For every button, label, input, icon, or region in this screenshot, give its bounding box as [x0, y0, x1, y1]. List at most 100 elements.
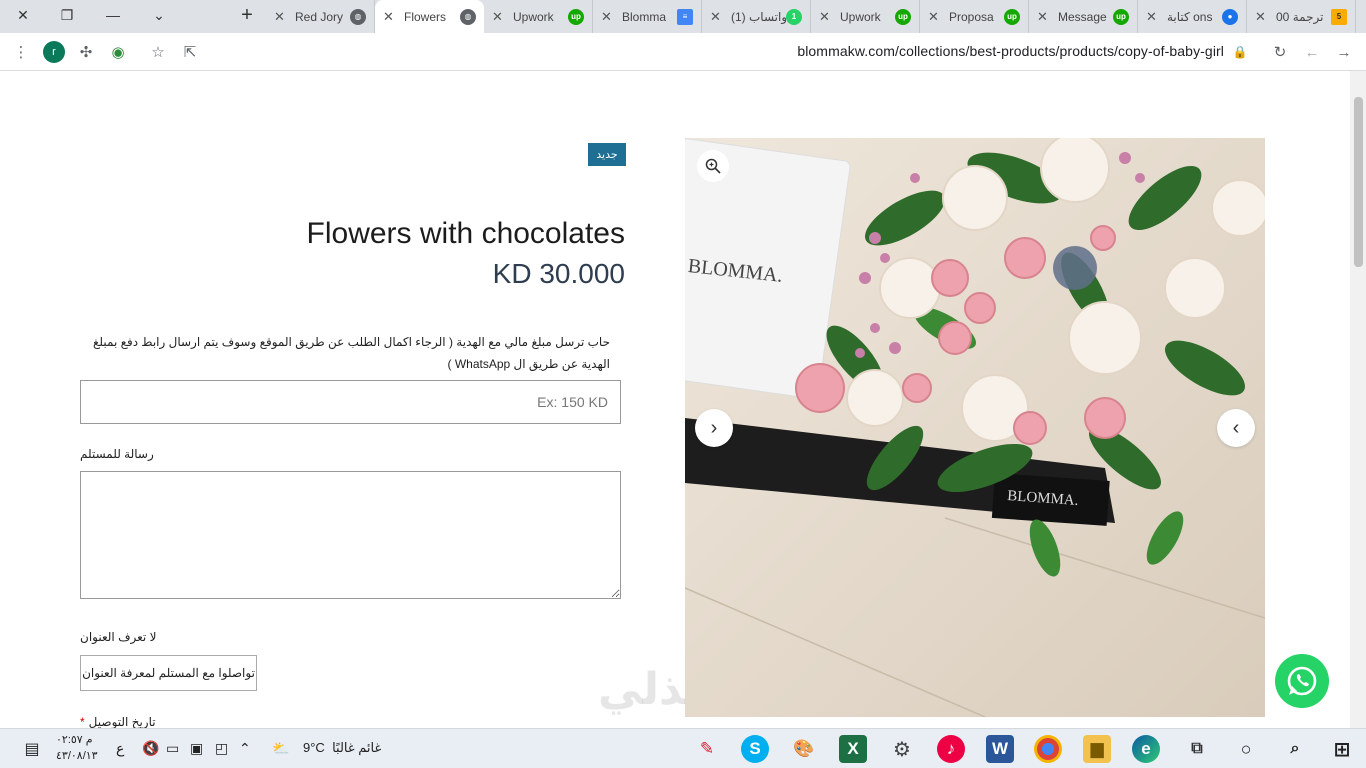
product-title: Flowers with chocolates	[306, 217, 625, 250]
chrome-app-icon[interactable]	[1034, 735, 1062, 763]
tab-close-icon[interactable]: ✕	[1037, 9, 1051, 25]
browser-tab[interactable]: ✕ (1) واتساب 1	[702, 0, 811, 33]
tab-close-icon[interactable]: ✕	[1255, 9, 1269, 25]
tab-title: كتابة ons	[1167, 9, 1213, 24]
whatsapp-chat-button[interactable]	[1275, 654, 1329, 708]
tab-title: Upwork	[513, 9, 554, 24]
tab-title: Flowers	[404, 9, 447, 24]
circle-icon: ●	[1222, 8, 1238, 25]
paint-palette-app-icon[interactable]: 🎨	[790, 735, 818, 763]
product-price: KD 30.000	[492, 258, 625, 289]
page-scrollbar[interactable]	[1350, 71, 1366, 728]
tab-close-icon[interactable]: ✕	[492, 9, 506, 25]
volume-muted-icon[interactable]: 🔇	[142, 740, 159, 757]
tab-title: Red Jory	[295, 9, 344, 24]
start-windows-icon[interactable]: ⊞	[1328, 735, 1356, 763]
edge-app-icon[interactable]: e	[1132, 735, 1160, 763]
browser-tab[interactable]: ✕ Upwork up	[811, 0, 920, 33]
tab-close-icon[interactable]: ✕	[928, 9, 942, 25]
gift-amount-input[interactable]	[80, 380, 621, 424]
meet-now-icon[interactable]: ◰	[215, 740, 228, 757]
upwork-icon: up	[1113, 8, 1129, 25]
battery-icon[interactable]: ▭	[166, 740, 179, 757]
tab-title: (1) واتساب	[731, 9, 786, 24]
tab-close-icon[interactable]: ✕	[1146, 9, 1160, 25]
browser-tab[interactable]: ✕ كتابة ons ●	[1138, 0, 1247, 33]
tab-list: ✕ Red Jory ◍ ✕ Flowers ◍ ✕ Upwork up ✕ Blomma ≡ ✕ (1)…	[266, 0, 1360, 33]
zoom-magnifier-icon[interactable]	[697, 150, 729, 182]
delivery-date-text: تاريخ التوصيل	[88, 715, 156, 728]
weather-temp: 9°C	[303, 740, 325, 755]
reload-icon[interactable]: ↻	[1270, 42, 1290, 62]
whatsapp-icon	[1287, 666, 1317, 696]
settings-gear-icon[interactable]: ⚙	[888, 735, 916, 763]
upwork-icon: up	[1004, 8, 1020, 25]
profile-avatar[interactable]: r	[43, 41, 65, 63]
browser-tab[interactable]: ✕ Proposa up	[920, 0, 1029, 33]
skype-app-icon[interactable]: S	[741, 735, 769, 763]
tab-title: Blomma	[622, 9, 667, 24]
paint-app-icon[interactable]: ✎	[693, 735, 721, 763]
recipient-message-label: رسالة للمستلم	[80, 447, 154, 461]
menu-dots-icon[interactable]: ⋮	[11, 42, 31, 62]
close-window-icon[interactable]: ✕	[0, 0, 46, 30]
new-badge: جديد	[588, 143, 626, 166]
taskbar-clock[interactable]: م ٠٢:٥٧ ٤٣/٠٨/١٣	[56, 732, 98, 764]
address-bar-url[interactable]: blommakw.com/collections/best-products/p…	[797, 43, 1224, 59]
next-image-chevron-icon[interactable]: ›	[695, 409, 733, 447]
previous-image-chevron-icon[interactable]: ‹	[1217, 409, 1255, 447]
minimize-window-icon[interactable]: —	[90, 0, 136, 30]
tab-title: Upwork	[840, 9, 881, 24]
share-icon[interactable]: ⇱	[180, 42, 200, 62]
extension-globe-icon[interactable]: ◉	[108, 42, 128, 62]
cortana-circle-icon[interactable]: ○	[1232, 735, 1260, 763]
browser-tab[interactable]: ✕ Flowers ◍	[375, 0, 484, 33]
browser-tab[interactable]: ✕ ترجمة 00 5	[1247, 0, 1356, 33]
back-arrow-icon[interactable]: →	[1334, 42, 1354, 62]
tab-search-chevron-icon[interactable]: ⌄	[136, 0, 182, 30]
show-hidden-icons-chevron-icon[interactable]: ⌃	[239, 740, 251, 757]
browser-tab[interactable]: ✕ Blomma ≡	[593, 0, 702, 33]
recipient-message-textarea[interactable]	[80, 471, 621, 599]
excel-app-icon[interactable]: X	[839, 735, 867, 763]
tab-close-icon[interactable]: ✕	[601, 9, 615, 25]
browser-tab-strip: ✕ ❐ — ⌄ + ✕ Red Jory ◍ ✕ Flowers ◍ ✕ Upwork up ✕ B…	[0, 0, 1366, 33]
product-page: جديد Flowers with chocolates KD 30.000 ح…	[0, 71, 1350, 728]
delivery-date-label: * تاريخ التوصيل	[80, 715, 156, 728]
tab-title: ترجمة 00	[1276, 9, 1324, 24]
notifications-icon[interactable]: ▤	[18, 735, 46, 763]
browser-tab[interactable]: ✕ Upwork up	[484, 0, 593, 33]
browser-tab[interactable]: ✕ Message up	[1029, 0, 1138, 33]
tab-close-icon[interactable]: ✕	[383, 9, 397, 25]
upwork-icon: up	[568, 8, 584, 25]
input-language[interactable]: ع	[116, 740, 124, 757]
browser-tab[interactable]: ✕ Red Jory ◍	[266, 0, 375, 33]
windows-taskbar: ▤ م ٠٢:٥٧ ٤٣/٠٨/١٣ ع 🔇 ▭ ▣ ◰ ⌃ ⛅ 9°C غائ…	[0, 728, 1366, 768]
bookmark-star-icon[interactable]: ☆	[148, 42, 168, 62]
search-icon[interactable]: ⌕	[1281, 735, 1309, 763]
weather-widget[interactable]: 9°C غائم غالبًا	[303, 740, 381, 756]
extensions-puzzle-icon[interactable]: ✣	[76, 42, 96, 62]
task-view-icon[interactable]: ⧉	[1183, 735, 1211, 763]
product-image[interactable]: BLOMMA. BLOMMA. › ‹	[685, 138, 1265, 717]
tab-close-icon[interactable]: ✕	[819, 9, 833, 25]
network-icon[interactable]: ▣	[190, 740, 203, 757]
forward-arrow-icon[interactable]: ←	[1302, 42, 1322, 62]
lock-icon[interactable]: 🔒	[1230, 42, 1250, 62]
word-app-icon[interactable]: W	[986, 735, 1014, 763]
scrollbar-thumb[interactable]	[1354, 97, 1363, 267]
tab-close-icon[interactable]: ✕	[710, 9, 724, 25]
globe-icon: ◍	[350, 8, 366, 25]
file-explorer-folder-icon[interactable]: ▆	[1083, 735, 1111, 763]
tab-close-icon[interactable]: ✕	[274, 9, 288, 25]
contact-recipient-button[interactable]: تواصلوا مع المستلم لمعرفة العنوان	[80, 655, 257, 691]
whatsapp-icon: 1	[786, 8, 802, 25]
flower-arrangement-illustration: BLOMMA. BLOMMA.	[685, 138, 1265, 717]
app-circle-icon[interactable]: ♪	[937, 735, 965, 763]
weather-text: غائم غالبًا	[332, 740, 382, 755]
clock-date: ٤٣/٠٨/١٣	[56, 750, 98, 762]
docs-icon: ≡	[677, 8, 693, 25]
restore-window-icon[interactable]: ❐	[44, 0, 90, 30]
upwork-icon: up	[895, 8, 911, 25]
new-tab-button[interactable]: +	[224, 0, 270, 30]
